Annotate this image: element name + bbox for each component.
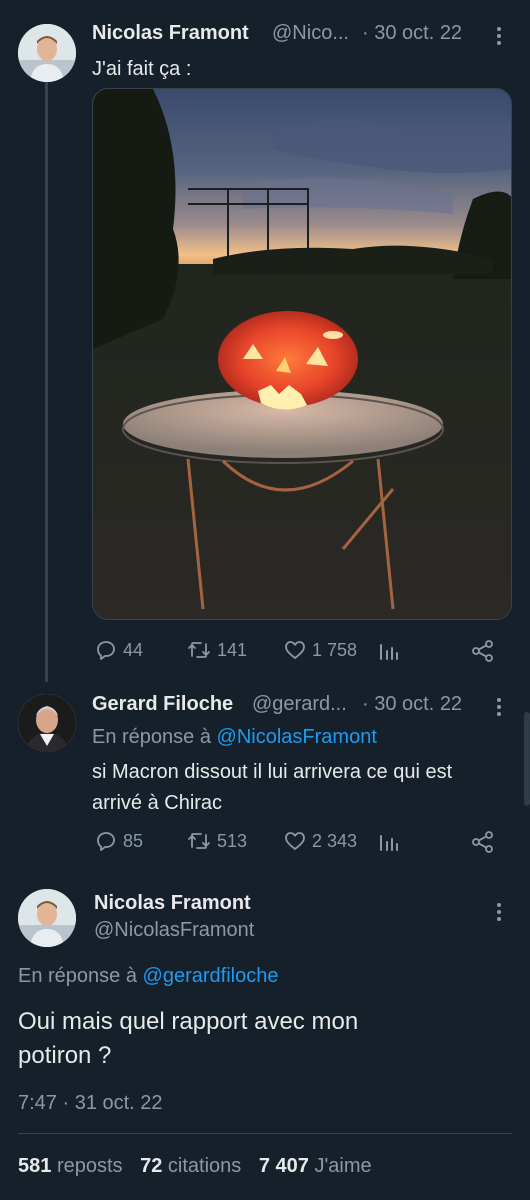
tweet3-text-line2: potiron ? [18,1042,112,1069]
analytics-icon [380,644,398,660]
tweet1-text: J'ai fait ça : [92,58,192,80]
tweet3-reply-to-link[interactable]: @gerardfiloche [143,965,279,987]
tweet3-reply-context: En réponse à @gerardfiloche [18,965,278,988]
tweet1-views-button[interactable] [377,639,401,663]
tweet2-reply-count: 85 [123,830,144,851]
retweet-icon [188,833,210,849]
likes-label: J'aime [314,1155,372,1177]
tweet2-like-count: 2 343 [312,830,358,851]
tweet1-more-icon[interactable] [492,24,506,53]
tweet2-handle[interactable]: @gerard... [252,693,347,716]
tweet2-retweet-count: 513 [217,830,248,851]
tweet2-share-button[interactable] [470,829,496,855]
likes-count: 7 407 [258,1155,309,1177]
tweet1-share-button[interactable] [470,638,496,664]
tweet2-reply-button[interactable]: 85 [94,829,143,853]
tweet1-name[interactable]: Nicolas Framont [92,22,249,45]
retweet-icon [188,642,210,658]
tweet3-more-icon[interactable] [492,900,506,929]
tweet1-date[interactable]: · 30 oct. 22 [362,22,462,45]
tweet1-retweet-count: 141 [217,639,248,660]
tweet3-timestamp[interactable]: 7:47 · 31 oct. 22 [18,1092,163,1115]
avatar-gerard[interactable] [18,694,76,752]
quotes-label: citations [167,1155,242,1177]
tweet2-text-line1: si Macron dissout il lui arrivera ce qui… [92,761,453,783]
reply-icon [97,641,115,660]
tweet2-reply-context: En réponse à @NicolasFramont [92,726,377,749]
tweet3-stats: 581 reposts 72 citations 7 407 J'aime [18,1155,372,1178]
share-icon [472,640,493,662]
reposts-stat[interactable]: 581 reposts [18,1155,128,1177]
stats-divider [18,1133,512,1134]
tweet2-text-line2: arrivé à Chirac [92,792,223,814]
tweet1-reply-button[interactable]: 44 [94,638,143,662]
tweet1-handle[interactable]: @Nico... [272,22,349,45]
reply-icon [97,832,115,851]
tweet2-more-icon[interactable] [492,695,506,724]
quotes-count: 72 [140,1155,163,1177]
likes-stat[interactable]: 7 407 J'aime [259,1155,372,1177]
tweet1-photo[interactable] [92,88,512,620]
scrollbar[interactable] [524,712,530,806]
heart-icon [285,641,305,659]
heart-icon [285,832,305,850]
avatar-nicolas-main[interactable] [18,889,76,947]
tweet2-like-button[interactable]: 2 343 [283,829,357,853]
avatar-nicolas[interactable] [18,24,76,82]
tweet3-handle[interactable]: @NicolasFramont [94,919,254,942]
tweet1-like-button[interactable]: 1 758 [283,638,357,662]
tweet1-like-count: 1 758 [312,639,358,660]
tweet1-reply-count: 44 [123,639,144,660]
tweet3-text-line1: Oui mais quel rapport avec mon [18,1008,359,1035]
reposts-count: 581 [18,1155,52,1177]
tweet2-name[interactable]: Gerard Filoche [92,693,233,716]
tweet3-text: Oui mais quel rapport avec mon potiron ? [18,1005,358,1073]
tweet2-views-button[interactable] [377,830,401,854]
reposts-label: reposts [56,1155,123,1177]
analytics-icon [380,835,398,851]
tweet1-retweet-button[interactable]: 141 [186,638,247,662]
tweet2-retweet-button[interactable]: 513 [186,829,247,853]
tweet2-reply-to-link[interactable]: @NicolasFramont [217,726,377,748]
share-icon [472,831,493,853]
tweet2-text: si Macron dissout il lui arrivera ce qui… [92,757,452,819]
quotes-stat[interactable]: 72 citations [140,1155,247,1177]
tweet3-reply-prefix: En réponse à [18,965,137,987]
tweet2-date[interactable]: · 30 oct. 22 [362,693,462,716]
tweet2-reply-prefix: En réponse à [92,726,211,748]
thread-line [45,82,48,682]
tweet3-name[interactable]: Nicolas Framont [94,892,251,915]
